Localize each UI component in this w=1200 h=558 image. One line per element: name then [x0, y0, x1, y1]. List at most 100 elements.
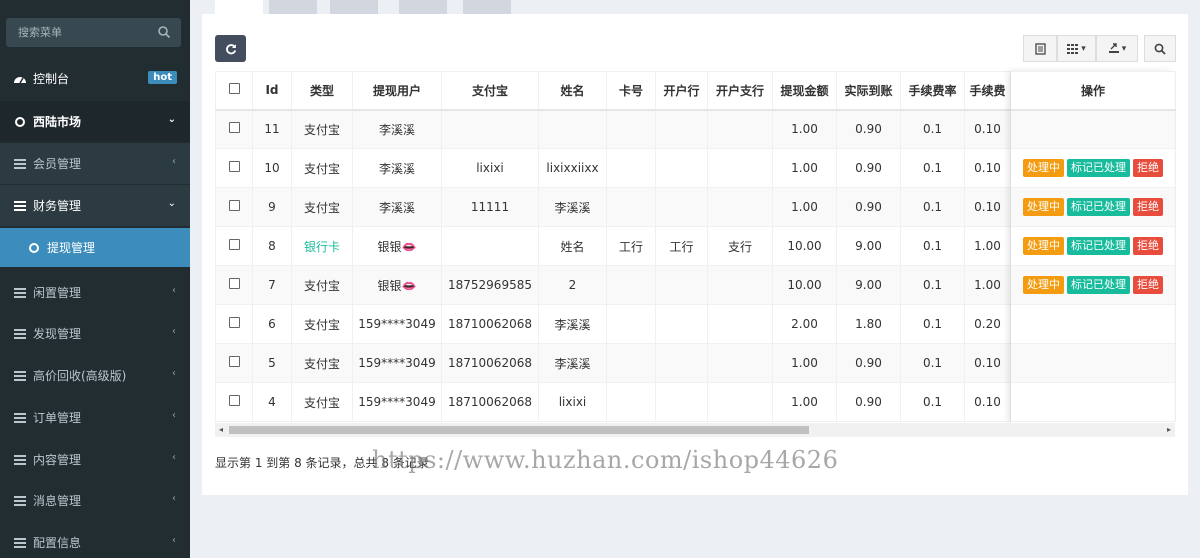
- cell-rate: 0.1: [900, 265, 965, 305]
- processing-button[interactable]: 处理中: [1023, 237, 1064, 255]
- cell-fee: 0.10: [964, 148, 1011, 188]
- row-checkbox[interactable]: [228, 122, 240, 134]
- table-search-button[interactable]: [1144, 35, 1176, 62]
- row-checkbox[interactable]: [228, 278, 240, 289]
- nav-messages[interactable]: 消息管理 ‹: [0, 480, 190, 521]
- processing-button[interactable]: 处理中: [1023, 159, 1064, 177]
- column-header[interactable]: 卡号: [606, 71, 656, 111]
- table-row: 10 支付宝 李溪溪 lixixi lixixxiixx 1.00 0.90 0.1 0.10 处…: [215, 148, 1176, 188]
- list-icon: [14, 328, 26, 339]
- chevron-left-icon: ‹: [172, 452, 176, 463]
- chevron-left-icon: ‹: [172, 326, 176, 337]
- table-row: 8 银行卡 银银👄 姓名 工行 工行 支行 10.00 9.00 0.1 1.00 处理中 标记已处理拒…: [215, 226, 1176, 266]
- cell-amount: 1.00: [772, 109, 837, 149]
- processing-button[interactable]: 处理中: [1023, 198, 1064, 216]
- column-header[interactable]: 类型: [291, 71, 353, 111]
- cell-type: 银行卡: [291, 226, 353, 266]
- cell-operations: [1010, 343, 1176, 383]
- column-header[interactable]: 手续费率: [900, 71, 965, 111]
- cell-name: 姓名: [538, 226, 607, 266]
- select-all-checkbox[interactable]: [228, 83, 240, 95]
- cell-bank: [655, 304, 708, 344]
- tab-all[interactable]: [215, 0, 263, 14]
- scroll-right-arrow-icon[interactable]: ▸: [1167, 425, 1171, 434]
- row-checkbox[interactable]: [228, 395, 240, 406]
- cell-rate: 0.1: [900, 187, 965, 227]
- list-icon: [14, 287, 26, 298]
- export-button[interactable]: ▾: [1096, 35, 1138, 62]
- column-header[interactable]: 开户行: [655, 71, 708, 111]
- cell-user: 李溪溪: [352, 148, 442, 188]
- cell-user: 159****3049: [352, 382, 442, 422]
- cell-name: 2: [538, 265, 607, 305]
- nav-content[interactable]: 内容管理 ‹: [0, 439, 190, 480]
- tab-processed[interactable]: [399, 0, 447, 14]
- list-icon: [14, 200, 26, 211]
- row-checkbox[interactable]: [228, 239, 240, 250]
- cell-branch: [707, 265, 773, 305]
- nav-orders[interactable]: 订单管理 ‹: [0, 397, 190, 438]
- nav-recycle[interactable]: 高价回收(高级版) ‹: [0, 355, 190, 396]
- toggle-view-button[interactable]: [1023, 35, 1057, 62]
- hot-badge: hot: [148, 71, 177, 84]
- nav-members[interactable]: 会员管理 ‹: [0, 143, 190, 184]
- nav-withdraw[interactable]: 提现管理: [0, 228, 190, 267]
- cell-branch: [707, 304, 773, 344]
- nav-finance[interactable]: 财务管理 ⌄: [0, 185, 190, 226]
- column-header[interactable]: 开户支行: [707, 71, 773, 111]
- tab-processing[interactable]: [330, 0, 378, 14]
- cell-type: 支付宝: [291, 148, 353, 188]
- tab-rejected[interactable]: [463, 0, 511, 14]
- mark-done-button[interactable]: 标记已处理: [1067, 237, 1130, 255]
- scrollbar-thumb[interactable]: [229, 426, 809, 434]
- column-header[interactable]: Id: [252, 71, 292, 111]
- chevron-down-icon: ⌄: [167, 198, 176, 209]
- tab-pending[interactable]: [269, 0, 317, 14]
- table-row: 5 支付宝 159****3049 18710062068 李溪溪 1.00 0.90 0.1…: [215, 343, 1176, 383]
- nav-discover[interactable]: 发现管理 ‹: [0, 313, 190, 354]
- nav-config[interactable]: 配置信息 ‹: [0, 522, 190, 558]
- reject-button[interactable]: 拒绝: [1133, 237, 1163, 255]
- reject-button[interactable]: 拒绝: [1133, 159, 1163, 177]
- row-select-cell: [215, 265, 253, 305]
- row-checkbox[interactable]: [228, 161, 240, 172]
- nav-config-label: 配置信息: [33, 536, 82, 550]
- cell-name: 李溪溪: [538, 343, 607, 383]
- table-row: 6 支付宝 159****3049 18710062068 李溪溪 2.00 1.80 0.1…: [215, 304, 1176, 344]
- mark-done-button[interactable]: 标记已处理: [1067, 198, 1130, 216]
- columns-button[interactable]: ▾: [1057, 35, 1096, 62]
- column-header[interactable]: 提现金额: [772, 71, 837, 111]
- cell-rate: 0.1: [900, 343, 965, 383]
- nav-dashboard-label: 控制台: [33, 72, 70, 86]
- reject-button[interactable]: 拒绝: [1133, 276, 1163, 294]
- cell-alipay: 11111: [441, 187, 539, 227]
- cell-amount: 10.00: [772, 265, 837, 305]
- main-panel: ▾ ▾ Id 类型 提现用户 支付宝 姓名 卡号 开户行 开户支行 提现金额 实…: [202, 14, 1188, 495]
- row-checkbox[interactable]: [228, 356, 240, 367]
- mark-done-button[interactable]: 标记已处理: [1067, 276, 1130, 294]
- nav-dashboard[interactable]: 控制台 hot: [0, 58, 190, 99]
- cell-card: [606, 304, 656, 344]
- column-header[interactable]: 提现用户: [352, 71, 442, 111]
- scroll-left-arrow-icon[interactable]: ◂: [219, 425, 223, 434]
- cell-card: [606, 265, 656, 305]
- row-checkbox[interactable]: [228, 200, 240, 211]
- column-header[interactable]: 支付宝: [441, 71, 539, 111]
- reject-button[interactable]: 拒绝: [1133, 198, 1163, 216]
- nav-market[interactable]: 西陆市场 ⌄: [0, 101, 190, 142]
- row-checkbox[interactable]: [228, 317, 240, 328]
- cell-id: 7: [252, 265, 292, 305]
- column-header[interactable]: 手续费: [964, 71, 1011, 111]
- cell-rate: 0.1: [900, 148, 965, 188]
- refresh-button[interactable]: [215, 35, 246, 62]
- menu-search-input[interactable]: [6, 18, 181, 47]
- horizontal-scrollbar[interactable]: ◂ ▸: [215, 423, 1175, 437]
- mark-done-button[interactable]: 标记已处理: [1067, 159, 1130, 177]
- column-header[interactable]: 姓名: [538, 71, 607, 111]
- cell-bank: [655, 148, 708, 188]
- processing-button[interactable]: 处理中: [1023, 276, 1064, 294]
- search-icon[interactable]: [157, 25, 171, 39]
- cell-user: 159****3049: [352, 304, 442, 344]
- nav-idle[interactable]: 闲置管理 ‹: [0, 272, 190, 313]
- column-header[interactable]: 实际到账: [836, 71, 901, 111]
